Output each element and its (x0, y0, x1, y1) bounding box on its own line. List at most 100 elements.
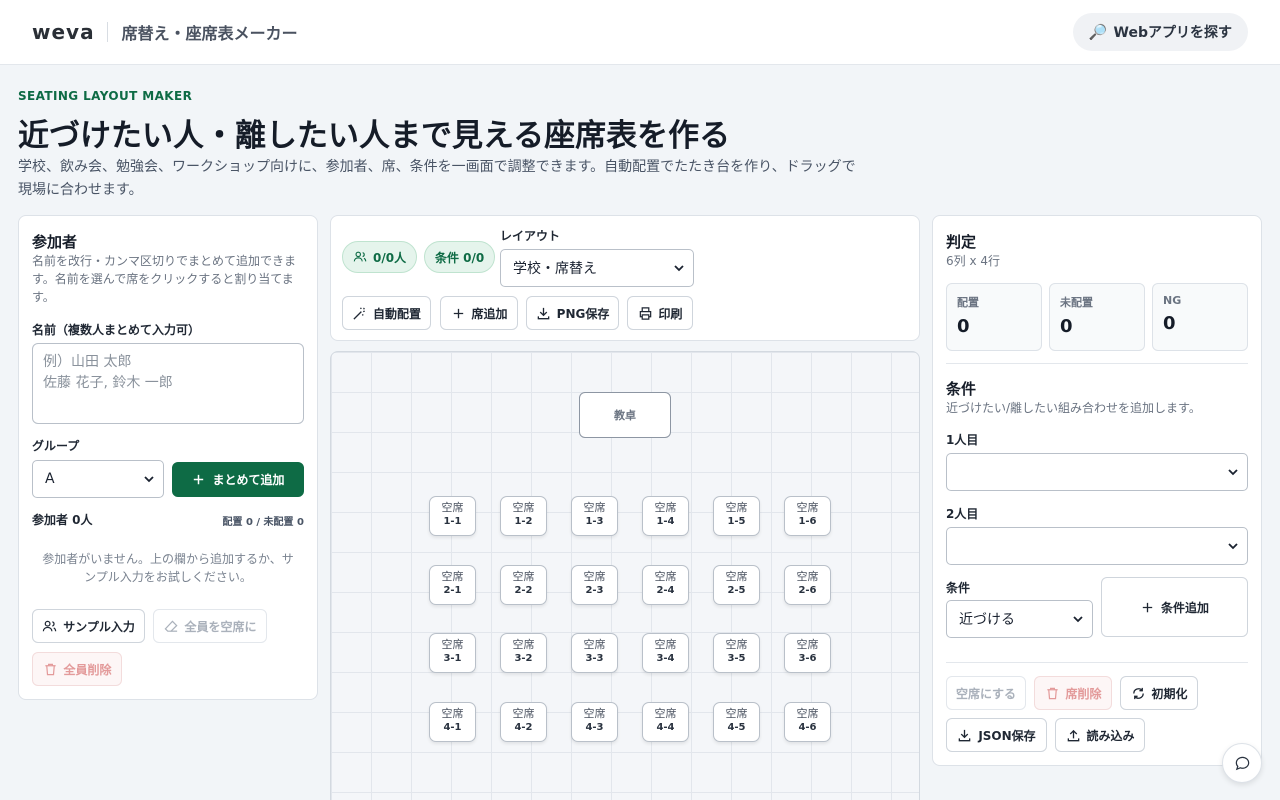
delete-seat-button[interactable]: 席削除 (1034, 676, 1112, 710)
refresh-icon (1132, 687, 1144, 699)
seat-status: 空席 (725, 501, 748, 514)
divider (946, 662, 1248, 663)
add-bulk-button[interactable]: まとめて追加 (172, 462, 304, 497)
chevron-down-icon (1073, 616, 1083, 623)
condition-type-value: 近づける (959, 612, 1015, 628)
download-icon (537, 307, 549, 319)
seating-canvas[interactable]: 教卓 空席 1-1 空席 1-2 空席 1-3 空席 1-4 空席 1-5 空席 1-6 空席 2-1 空席… (330, 351, 920, 800)
png-save-button[interactable]: PNG保存 (526, 296, 619, 330)
trash-icon (44, 663, 56, 675)
name-input-label: 名前（複数人まとめて入力可） (32, 323, 201, 337)
seat-4-4[interactable]: 空席 4-4 (642, 702, 689, 743)
seat-status: 空席 (654, 501, 677, 514)
name-placeholder-line2: 佐藤 花子, 鈴木 一郎 (43, 375, 173, 391)
seat-status: 空席 (796, 569, 819, 583)
seat-4-3[interactable]: 空席 4-3 (571, 702, 618, 743)
seat-4-6[interactable]: 空席 4-6 (784, 702, 831, 743)
plus-icon (194, 474, 204, 485)
add-bulk-label: まとめて追加 (212, 473, 285, 487)
eraser-icon (164, 619, 178, 632)
layout-select[interactable]: 学校・席替え (500, 249, 694, 287)
seat-status: 空席 (583, 569, 606, 583)
add-seat-button[interactable]: 席追加 (440, 296, 518, 330)
name-placeholder-line1: 例）山田 太郎 (43, 354, 132, 370)
seat-1-5[interactable]: 空席 1-5 (713, 496, 760, 536)
auto-place-label: 自動配置 (373, 306, 422, 321)
seat-2-1[interactable]: 空席 2-1 (429, 564, 476, 605)
conditions-description: 近づけたい/離したい組み合わせを追加します。 (946, 401, 1201, 415)
ng-stat: NG 0 (1152, 283, 1248, 351)
seat-id: 1-6 (798, 516, 817, 527)
seat-status: 空席 (583, 501, 606, 514)
placed-stat: 配置 0 (946, 283, 1042, 351)
seat-1-3[interactable]: 空席 1-3 (571, 496, 618, 536)
vacate-all-button[interactable]: 全員を空席に (153, 609, 267, 643)
seat-3-6[interactable]: 空席 3-6 (784, 633, 831, 674)
json-save-button[interactable]: JSON保存 (946, 718, 1047, 752)
condition-type-select[interactable]: 近づける (946, 600, 1093, 638)
participants-description: 名前を改行・カンマ区切りでまとめて追加できます。名前を選んで席をクリックすると割… (32, 254, 297, 304)
top-bar: weva 席替え・座席表メーカー 🔎 Webアプリを探す (0, 0, 1280, 65)
seat-3-1[interactable]: 空席 3-1 (429, 633, 476, 674)
add-condition-button[interactable]: 条件追加 (1101, 577, 1248, 637)
conditions-title: 条件 (946, 380, 977, 398)
chevron-down-icon (1228, 543, 1238, 550)
judge-panel: 判定 6列 x 4行 配置 0 未配置 0 NG 0 条件 近づけたい/離したい… (932, 215, 1262, 766)
png-save-label: PNG保存 (556, 306, 610, 321)
seat-1-2[interactable]: 空席 1-2 (500, 496, 547, 536)
seat-status: 空席 (654, 638, 677, 652)
seat-id: 2-4 (656, 584, 675, 596)
seat-4-1[interactable]: 空席 4-1 (429, 702, 476, 743)
chat-button[interactable] (1222, 743, 1262, 783)
reset-label: 初期化 (1151, 686, 1188, 701)
person2-select[interactable] (946, 527, 1248, 565)
person1-select[interactable] (946, 453, 1248, 491)
seat-id: 4-1 (443, 722, 462, 734)
seat-id: 2-6 (798, 584, 817, 596)
layout-label: レイアウト (500, 229, 561, 243)
seat-id: 3-3 (585, 653, 604, 665)
seat-1-4[interactable]: 空席 1-4 (642, 496, 689, 536)
group-select[interactable]: A (32, 460, 164, 498)
seat-3-4[interactable]: 空席 3-4 (642, 633, 689, 674)
seat-id: 4-3 (585, 722, 604, 734)
seat-status: 空席 (583, 707, 606, 721)
seat-2-3[interactable]: 空席 2-3 (571, 564, 618, 605)
name-textarea[interactable]: 例）山田 太郎 佐藤 花子, 鈴木 一郎 (32, 343, 304, 424)
seat-status: 空席 (654, 707, 677, 721)
print-button[interactable]: 印刷 (627, 296, 693, 330)
seat-4-2[interactable]: 空席 4-2 (500, 702, 547, 743)
teacher-desk[interactable]: 教卓 (579, 392, 671, 438)
sample-input-button[interactable]: サンプル入力 (32, 609, 145, 643)
json-save-label: JSON保存 (978, 728, 1036, 743)
page-lead: 学校、飲み会、勉強会、ワークショップ向けに、参加者、席、条件を一画面で調整できま… (18, 159, 856, 198)
load-label: 読み込み (1086, 728, 1135, 743)
seat-2-2[interactable]: 空席 2-2 (500, 564, 547, 605)
seat-status: 空席 (441, 501, 464, 514)
vacate-seat-button[interactable]: 空席にする (946, 676, 1026, 710)
chat-bubble-icon (1235, 756, 1249, 770)
divider (946, 363, 1248, 364)
seat-id: 3-4 (656, 653, 675, 665)
seat-2-5[interactable]: 空席 2-5 (713, 564, 760, 605)
group-select-value: A (45, 471, 55, 487)
seat-status: 空席 (654, 569, 677, 583)
find-web-apps-button[interactable]: 🔎 Webアプリを探す (1072, 13, 1248, 51)
seat-4-5[interactable]: 空席 4-5 (713, 702, 760, 743)
auto-place-button[interactable]: 自動配置 (342, 296, 431, 330)
seat-3-2[interactable]: 空席 3-2 (500, 633, 547, 674)
seat-id: 1-5 (727, 516, 746, 527)
participants-title: 参加者 (32, 233, 78, 251)
seat-3-5[interactable]: 空席 3-5 (713, 633, 760, 674)
load-button[interactable]: 読み込み (1055, 718, 1145, 752)
weva-logo[interactable]: weva (32, 20, 95, 44)
seat-2-6[interactable]: 空席 2-6 (784, 564, 831, 605)
people-icon (353, 251, 367, 262)
delete-all-button[interactable]: 全員削除 (32, 652, 122, 686)
sample-input-label: サンプル入力 (63, 619, 135, 634)
seat-1-6[interactable]: 空席 1-6 (784, 496, 831, 536)
seat-3-3[interactable]: 空席 3-3 (571, 633, 618, 674)
seat-1-1[interactable]: 空席 1-1 (429, 496, 476, 536)
seat-2-4[interactable]: 空席 2-4 (642, 564, 689, 605)
reset-button[interactable]: 初期化 (1120, 676, 1198, 710)
